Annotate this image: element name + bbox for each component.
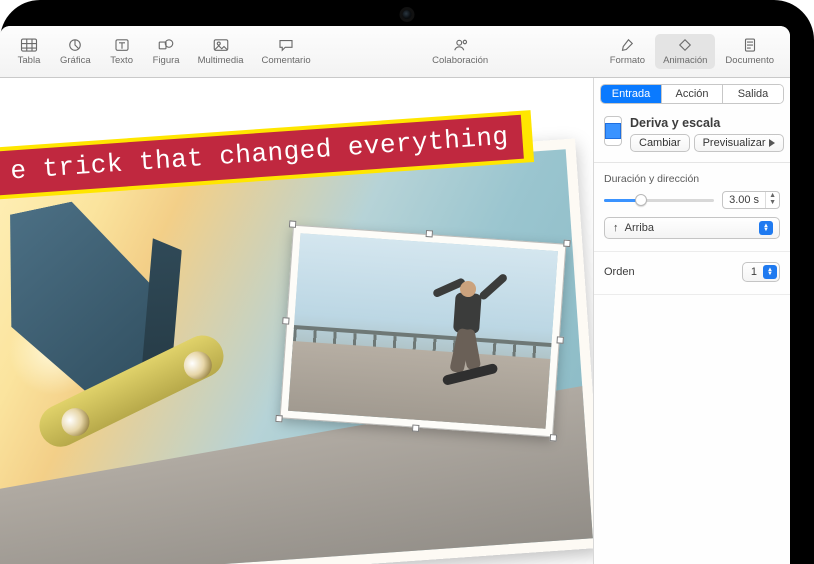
preview-label: Previsualizar (703, 137, 766, 149)
toolbar-multimedia[interactable]: Multimedia (190, 34, 252, 69)
slide-canvas[interactable]: e trick that changed everything (0, 78, 593, 564)
toolbar-comentario-label: Comentario (262, 55, 311, 66)
toolbar-tabla-label: Tabla (18, 55, 41, 66)
seg-salida[interactable]: Salida (722, 85, 783, 103)
inspector-panel: Entrada Acción Salida Deriva y escala Ca… (593, 78, 790, 564)
toolbar-comentario[interactable]: Comentario (254, 34, 319, 69)
text-icon (113, 37, 131, 53)
toolbar-grafica[interactable]: Gráfica (52, 34, 99, 69)
duration-stepper[interactable]: 3.00 s ▲ ▼ (722, 191, 780, 209)
order-value: 1 (751, 266, 757, 278)
image-icon (212, 37, 230, 53)
animation-phase-segmented[interactable]: Entrada Acción Salida (600, 84, 784, 104)
toolbar-animacion[interactable]: Animación (655, 34, 715, 69)
comment-icon (277, 37, 295, 53)
toolbar-formato[interactable]: Formato (602, 34, 653, 69)
toolbar-documento-label: Documento (725, 55, 774, 66)
seg-entrada[interactable]: Entrada (601, 85, 661, 103)
toolbar-animacion-label: Animación (663, 55, 707, 66)
shape-icon (157, 37, 175, 53)
doc-icon (741, 37, 759, 53)
change-label: Cambiar (639, 137, 681, 149)
toolbar-texto[interactable]: Texto (101, 34, 143, 69)
toolbar-documento[interactable]: Documento (717, 34, 782, 69)
seg-accion[interactable]: Acción (661, 85, 722, 103)
toolbar-multimedia-label: Multimedia (198, 55, 244, 66)
order-label: Orden (604, 266, 635, 278)
toolbar-figura[interactable]: Figura (145, 34, 188, 69)
brush-icon (618, 37, 636, 53)
duration-section-label: Duración y dirección (604, 173, 780, 185)
play-icon (769, 139, 775, 147)
chevron-updown-icon: ▲▼ (763, 265, 777, 279)
grid-icon (20, 37, 38, 53)
change-animation-button[interactable]: Cambiar (630, 134, 690, 152)
direction-select[interactable]: ↑ Arriba ▲▼ (604, 217, 780, 239)
chevron-updown-icon: ▲▼ (759, 221, 773, 235)
toolbar-colaboracion[interactable]: Colaboración (424, 34, 496, 69)
stepper-up-icon[interactable]: ▲ (766, 192, 779, 199)
toolbar-grafica-label: Gráfica (60, 55, 91, 66)
animation-name: Deriva y escala (630, 116, 784, 130)
toolbar-colaboracion-label: Colaboración (432, 55, 488, 66)
person-icon (451, 37, 469, 53)
photo-small-selected[interactable] (280, 225, 567, 438)
toolbar-texto-label: Texto (110, 55, 133, 66)
pie-icon (66, 37, 84, 53)
toolbar-tabla[interactable]: Tabla (8, 34, 50, 69)
toolbar-formato-label: Formato (610, 55, 645, 66)
laptop-camera (403, 10, 412, 19)
diamond-icon (676, 37, 694, 53)
direction-arrow-icon: ↑ (613, 222, 619, 234)
toolbar-figura-label: Figura (153, 55, 180, 66)
animation-thumbnail (604, 116, 622, 146)
duration-value: 3.00 s (723, 192, 765, 208)
duration-slider[interactable] (604, 193, 714, 207)
toolbar: Tabla Gráfica Texto Figura Multimedia Co… (0, 26, 790, 78)
preview-animation-button[interactable]: Previsualizar (694, 134, 784, 152)
stepper-down-icon[interactable]: ▼ (766, 199, 779, 206)
order-select[interactable]: 1 ▲▼ (742, 262, 780, 282)
direction-value: Arriba (625, 222, 654, 234)
